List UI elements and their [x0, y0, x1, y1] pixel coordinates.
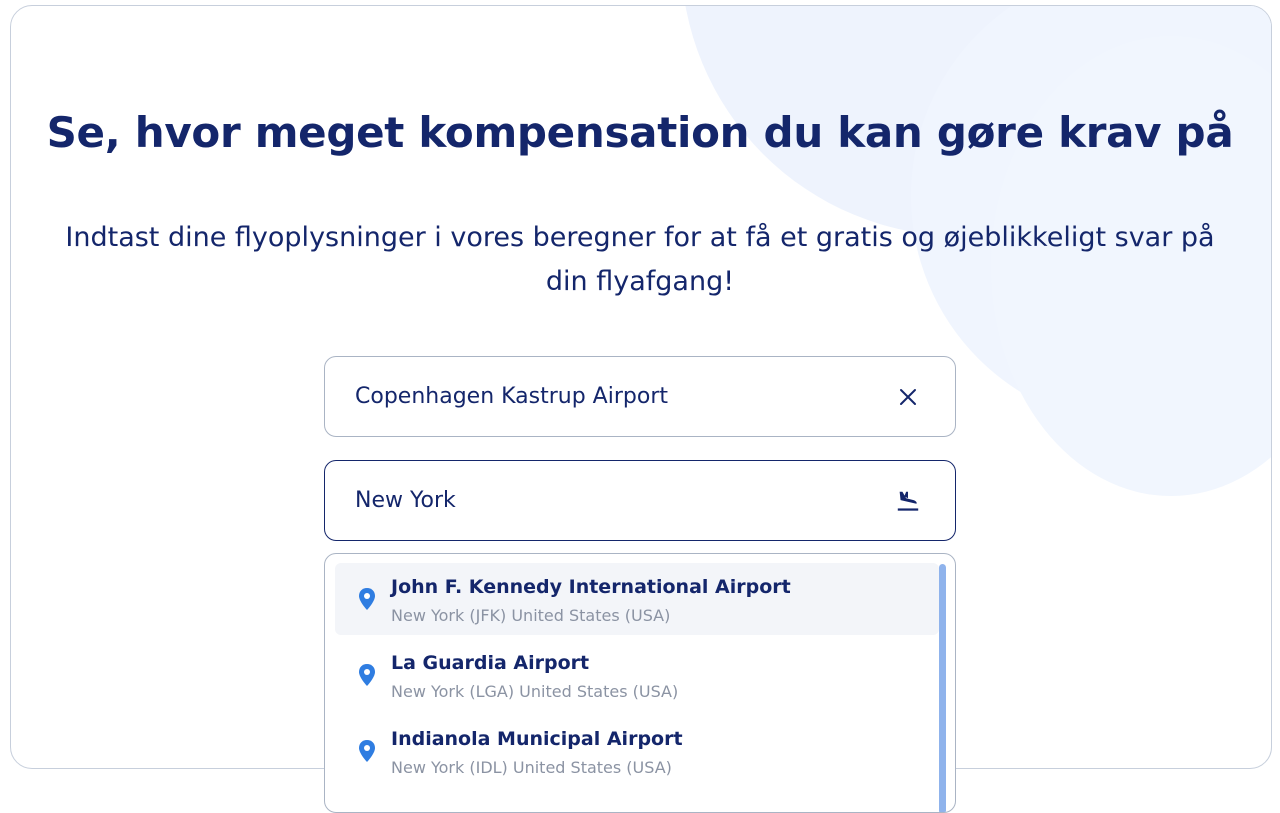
page-subtitle: Indtast dine flyoplysninger i vores bere… [65, 222, 1215, 297]
suggestion-jfk[interactable]: John F. Kennedy International Airport Ne… [335, 563, 939, 635]
suggestion-detail: New York (LGA) United States (USA) [391, 682, 679, 701]
page-title: Se, hvor meget kompensation du kan gøre … [46, 108, 1234, 157]
plane-landing-icon [895, 488, 921, 514]
close-icon[interactable] [895, 384, 921, 410]
suggestion-name: John F. Kennedy International Airport [391, 576, 791, 598]
departure-airport-field[interactable] [324, 356, 956, 437]
arrival-airport-field[interactable] [324, 460, 956, 541]
location-pin-icon [359, 740, 375, 762]
suggestion-name: La Guardia Airport [391, 652, 590, 674]
suggestion-name: Indianola Municipal Airport [391, 728, 683, 750]
suggestion-idl[interactable]: Indianola Municipal Airport New York (ID… [335, 715, 939, 787]
location-pin-icon [359, 588, 375, 610]
suggestion-detail: New York (IDL) United States (USA) [391, 758, 672, 777]
arrival-airport-input[interactable] [355, 461, 875, 540]
departure-airport-input[interactable] [355, 357, 875, 436]
airport-suggestions-dropdown: John F. Kennedy International Airport Ne… [324, 553, 956, 813]
dropdown-scrollbar[interactable] [939, 564, 946, 812]
suggestion-lga[interactable]: La Guardia Airport New York (LGA) United… [335, 639, 939, 711]
location-pin-icon [359, 664, 375, 686]
suggestion-detail: New York (JFK) United States (USA) [391, 606, 671, 625]
